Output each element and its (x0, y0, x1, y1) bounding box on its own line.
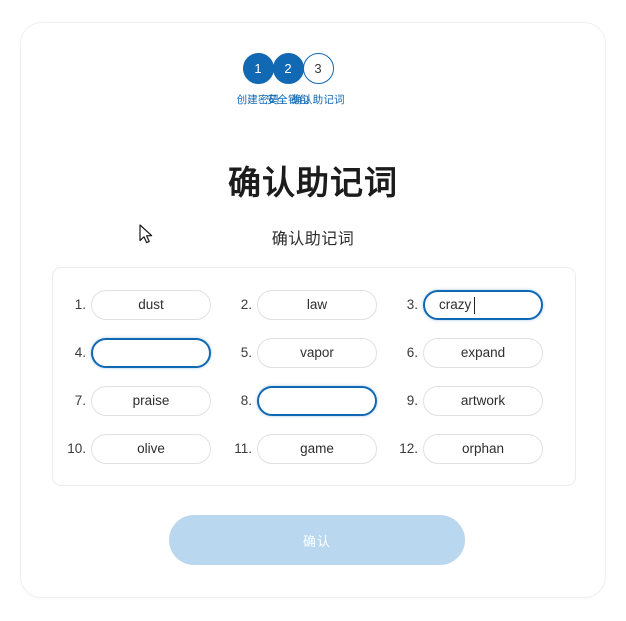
stepper-step-label: 确认助记词 (291, 94, 345, 106)
mnemonic-word-input-8[interactable] (257, 385, 377, 416)
mnemonic-field-wrap (91, 337, 211, 368)
mnemonic-grid: 1. 2. 3. 4. 5. 6. 7. 8. 9. 10. 11. 12. (65, 284, 563, 469)
mnemonic-cell: 11. (231, 428, 397, 469)
mnemonic-index-label: 6. (406, 345, 418, 360)
mnemonic-index-label: 1. (74, 297, 86, 312)
mnemonic-field-wrap (91, 289, 211, 320)
mnemonic-word-input-9[interactable] (423, 385, 543, 416)
mnemonic-word-input-4[interactable] (91, 337, 211, 368)
mnemonic-index-label: 10. (67, 441, 86, 456)
mnemonic-field-wrap (257, 337, 377, 368)
page-title: 确认助记词 (228, 164, 398, 201)
mnemonic-field-wrap (423, 433, 543, 464)
mnemonic-word-input-7[interactable] (91, 385, 211, 416)
mnemonic-cell: 9. (397, 380, 563, 421)
mnemonic-grid-panel: 1. 2. 3. 4. 5. 6. 7. 8. 9. 10. 11. 12. (52, 267, 576, 486)
mnemonic-word-input-5[interactable] (257, 337, 377, 368)
mnemonic-word-input-10[interactable] (91, 433, 211, 464)
mnemonic-index-label: 3. (406, 297, 418, 312)
mnemonic-field-wrap (91, 433, 211, 464)
mnemonic-field-wrap (257, 289, 377, 320)
mnemonic-field-wrap (423, 337, 543, 368)
mnemonic-word-input-2[interactable] (257, 289, 377, 320)
mnemonic-index-label: 9. (406, 393, 418, 408)
mnemonic-cell: 2. (231, 284, 397, 325)
mnemonic-field-wrap (423, 385, 543, 416)
mnemonic-cell: 8. (231, 380, 397, 421)
mnemonic-cell: 1. (65, 284, 231, 325)
mnemonic-index-label: 11. (234, 441, 252, 456)
mnemonic-index-label: 4. (74, 345, 86, 360)
mnemonic-index-label: 8. (240, 393, 252, 408)
mnemonic-cell: 4. (65, 332, 231, 373)
mnemonic-cell: 10. (65, 428, 231, 469)
mnemonic-index-label: 7. (74, 393, 86, 408)
mnemonic-cell: 12. (397, 428, 563, 469)
mnemonic-index-label: 12. (399, 441, 418, 456)
stepper-step-circle: 3 (302, 53, 334, 84)
mnemonic-word-input-1[interactable] (91, 289, 211, 320)
mnemonic-cell: 3. (397, 284, 563, 325)
mnemonic-cell: 7. (65, 380, 231, 421)
mnemonic-index-label: 5. (240, 345, 252, 360)
mnemonic-cell: 5. (231, 332, 397, 373)
mnemonic-word-input-3[interactable] (423, 289, 543, 320)
progress-stepper: 1 创建密码 2 安全钱包 3 确认助记词 (21, 53, 605, 107)
mnemonic-field-wrap (257, 433, 377, 464)
mnemonic-field-wrap (91, 385, 211, 416)
mnemonic-word-input-12[interactable] (423, 433, 543, 464)
text-caret (473, 296, 475, 314)
mnemonic-cell: 6. (397, 332, 563, 373)
mnemonic-index-label: 2. (240, 297, 252, 312)
onboarding-card: 1创建密码2安全钱包3确认助记词 确认助记词 确认助记词 1.2.3.4.5.6… (20, 22, 606, 598)
page-subtitle: 确认助记词 (271, 231, 355, 248)
mnemonic-field-wrap (257, 385, 377, 416)
mnemonic-word-input-11[interactable] (257, 433, 377, 464)
mnemonic-word-input-6[interactable] (423, 337, 543, 368)
mnemonic-field-wrap (423, 289, 543, 320)
confirm-button[interactable]: 确认 (169, 515, 465, 565)
stepper-step-3[interactable]: 3 确认助记词 (290, 53, 346, 107)
